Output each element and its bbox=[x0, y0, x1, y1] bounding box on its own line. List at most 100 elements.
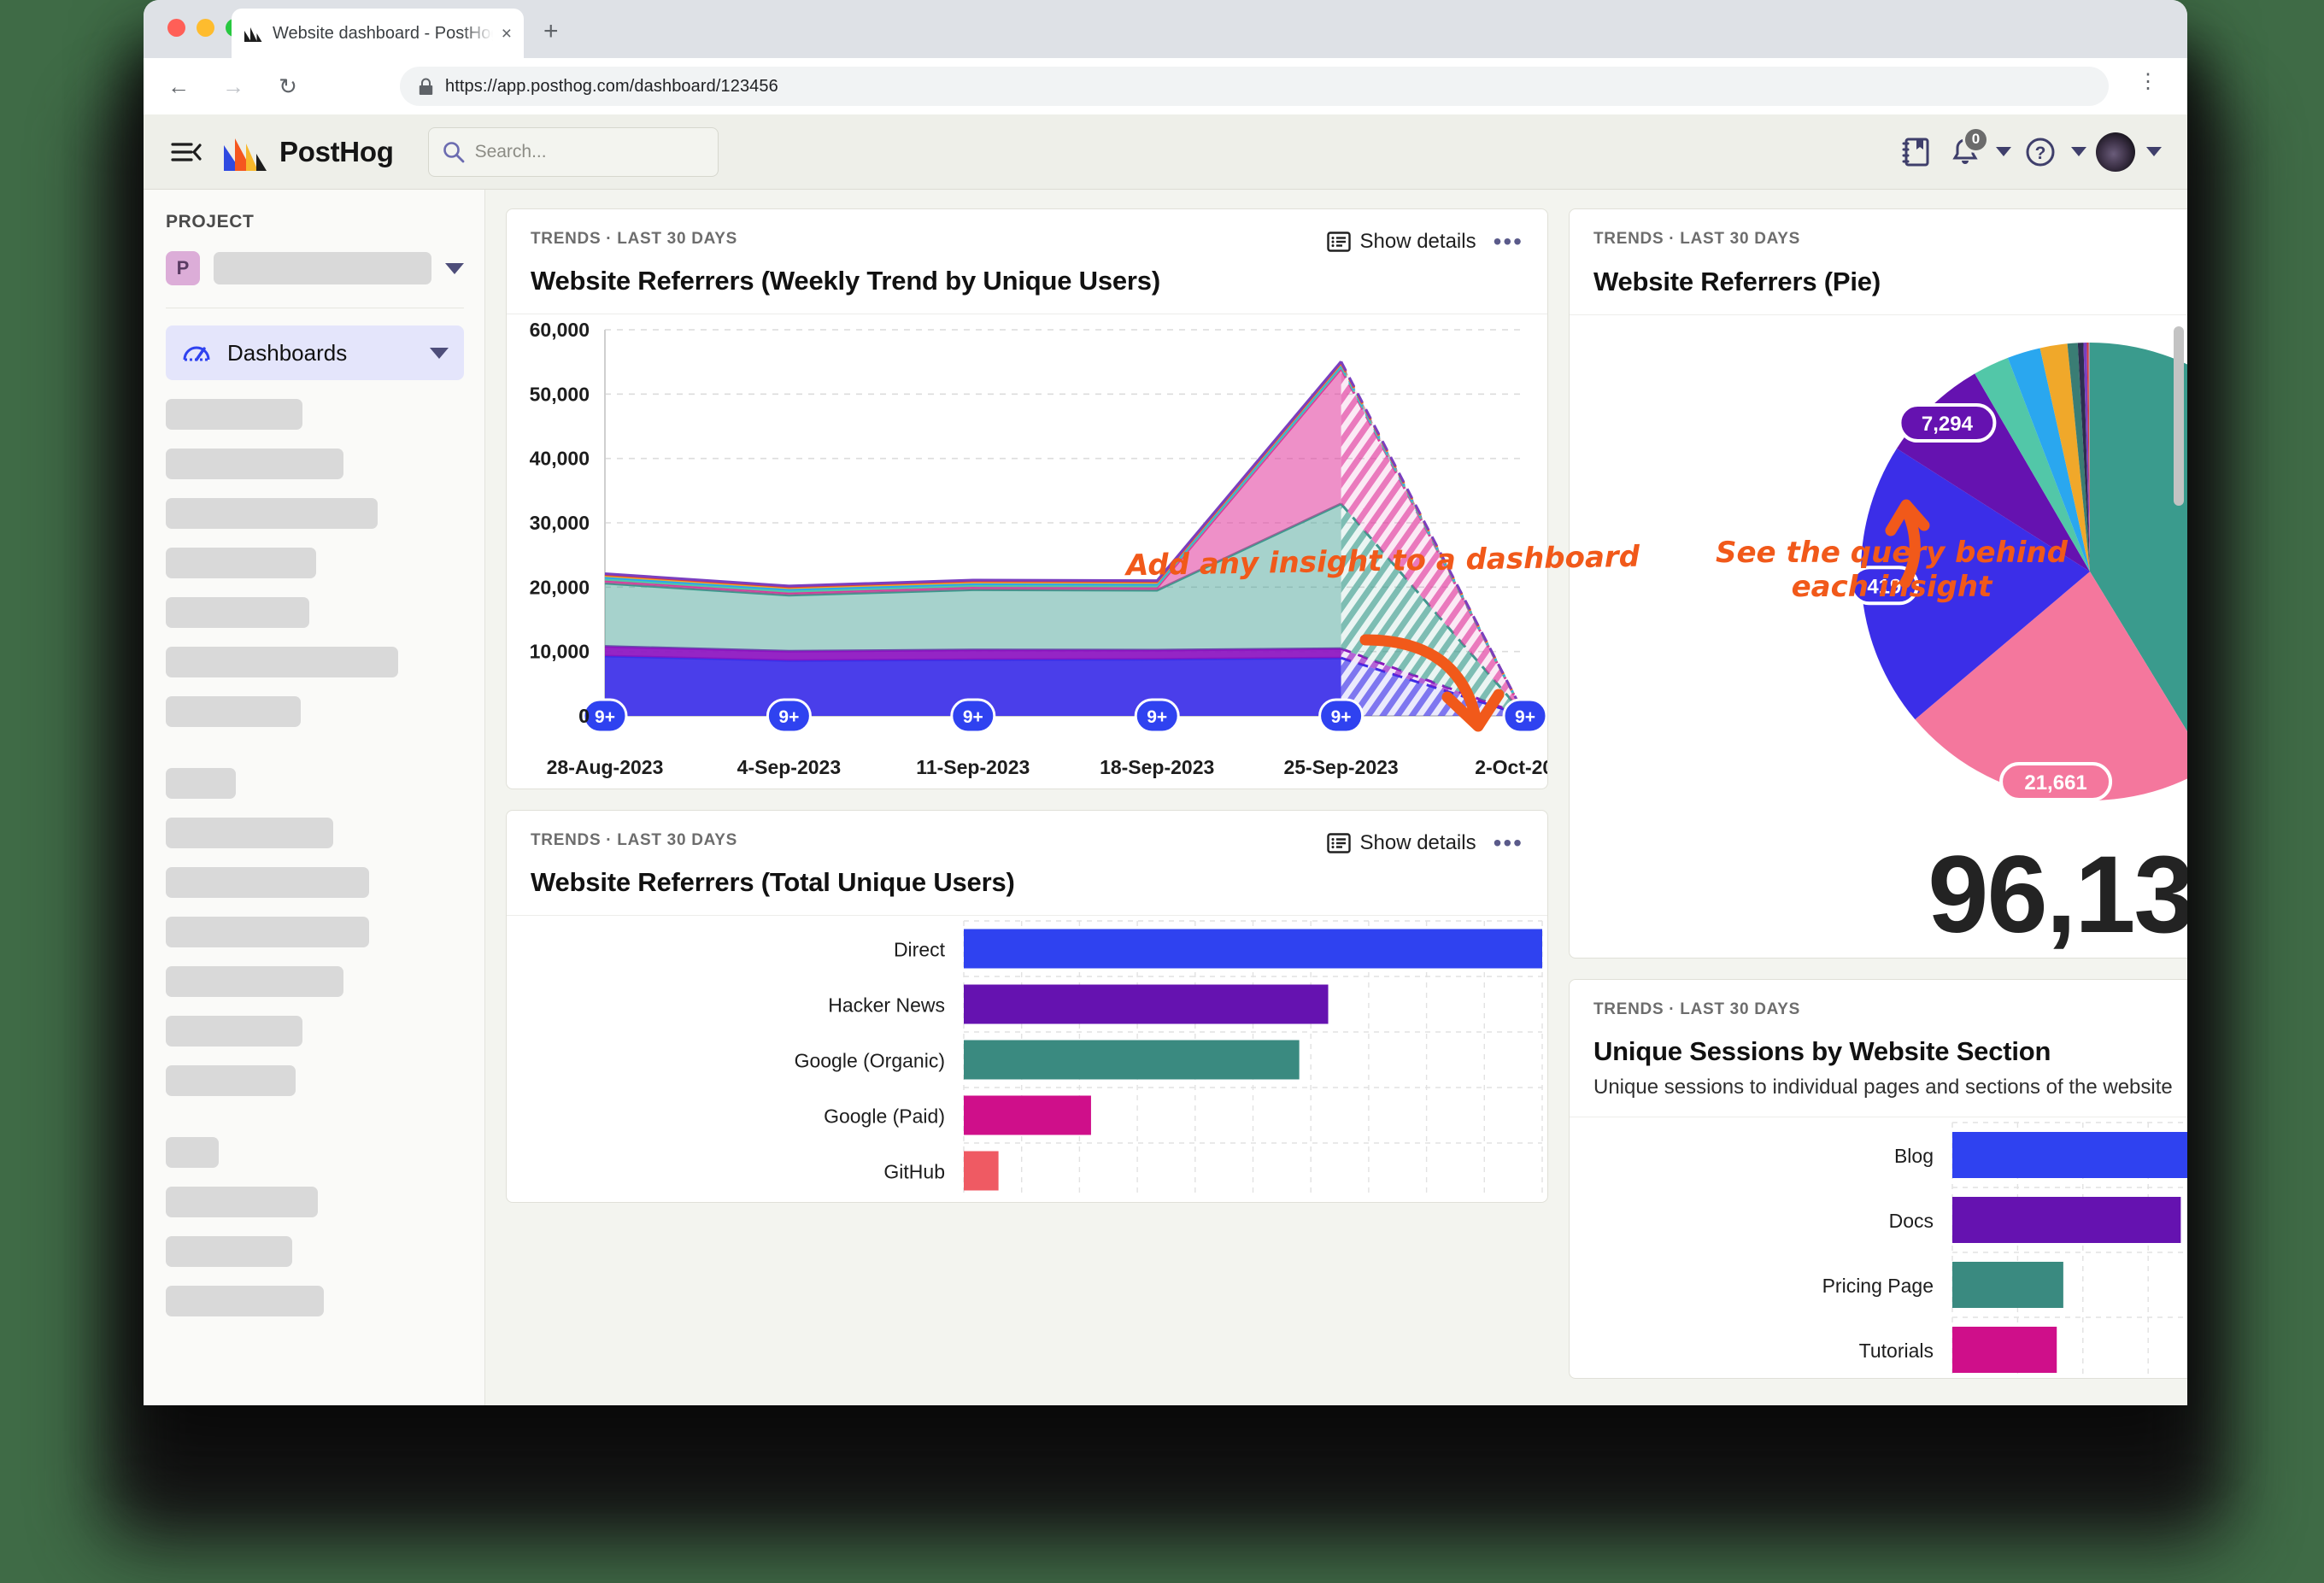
lock-icon bbox=[419, 78, 433, 95]
bar[interactable] bbox=[964, 929, 1542, 969]
insight-card-referrers-total[interactable]: TRENDS · LAST 30 DAYS Show details ••• W… bbox=[506, 810, 1548, 1203]
x-axis-point-badge[interactable]: 9+ bbox=[1134, 698, 1180, 734]
user-menu-button[interactable] bbox=[2095, 132, 2136, 173]
sidebar: PROJECT P Dashboards bbox=[144, 190, 485, 1405]
reload-button[interactable]: ↻ bbox=[267, 73, 309, 100]
dashboard-grid: TRENDS · LAST 30 DAYS Show details ••• W… bbox=[506, 208, 2187, 1379]
bar-chart-referrers: Direct Hacker News Google (Organic) Google … bbox=[795, 920, 1543, 1198]
y-axis-tick-label: 40,000 bbox=[530, 448, 590, 470]
x-axis-tick-label: 25-Sep-2023 bbox=[1283, 756, 1398, 778]
show-details-label: Show details bbox=[1359, 230, 1476, 253]
sidebar-toggle-button[interactable] bbox=[169, 135, 203, 169]
address-bar[interactable]: https://app.posthog.com/dashboard/123456 bbox=[400, 67, 2109, 106]
svg-text:?: ? bbox=[2035, 144, 2046, 163]
bar-category-label: Tutorials bbox=[1859, 1340, 1934, 1362]
card-header: TRENDS · LAST 30 DAYS bbox=[1570, 980, 2187, 1117]
browser-menu-button[interactable]: ⋮ bbox=[2138, 72, 2158, 92]
sidebar-skeleton-item bbox=[166, 1187, 318, 1217]
sidebar-skeleton-item bbox=[166, 1065, 296, 1096]
sidebar-skeleton-item bbox=[166, 696, 301, 727]
insight-card-referrers-pie[interactable]: TRENDS · LAST 30 DAYS Website Referrers … bbox=[1569, 208, 2187, 959]
help-button[interactable]: ? bbox=[2020, 132, 2061, 173]
card-eyebrow: TRENDS · LAST 30 DAYS bbox=[1593, 230, 1801, 248]
bar[interactable] bbox=[964, 1040, 1300, 1080]
svg-text:419: 419 bbox=[1867, 575, 1901, 598]
x-axis-point-badge[interactable]: 9+ bbox=[1318, 698, 1364, 734]
posthog-app: PostHog Search... 0 ? PROJECT P Dashboar… bbox=[144, 114, 2187, 1405]
details-table-icon bbox=[1326, 232, 1351, 252]
area-chart: 0 10,000 20,000 30,000 40,000 50,000 60,000 9+ 2… bbox=[530, 319, 1547, 778]
card-more-menu-button[interactable]: ••• bbox=[1494, 229, 1523, 253]
card-eyebrow: TRENDS · LAST 30 DAYS bbox=[531, 230, 738, 248]
search-placeholder: Search... bbox=[474, 141, 547, 161]
notifications-button[interactable]: 0 bbox=[1945, 126, 1989, 173]
bar-category-label: Docs bbox=[1889, 1210, 1934, 1232]
show-details-button[interactable]: Show details bbox=[1326, 230, 1476, 254]
x-axis-point-badge[interactable]: 9+ bbox=[582, 698, 628, 734]
dashboard-content: TRENDS · LAST 30 DAYS Show details ••• W… bbox=[485, 190, 2187, 1405]
sidebar-skeleton-gap bbox=[166, 1115, 464, 1137]
close-tab-icon[interactable]: × bbox=[502, 25, 512, 43]
x-axis-point-badge[interactable]: 9+ bbox=[766, 698, 812, 734]
sidebar-skeleton-item bbox=[166, 917, 369, 947]
insight-card-weekly-trend[interactable]: TRENDS · LAST 30 DAYS Show details ••• W… bbox=[506, 208, 1548, 789]
project-chevron-down-icon[interactable] bbox=[445, 262, 464, 274]
bar-category-label: Hacker News bbox=[828, 994, 945, 1017]
sidebar-skeleton-gap bbox=[166, 746, 464, 768]
x-axis-tick-label: 2-Oct-2023 bbox=[1475, 756, 1547, 778]
y-axis-tick-label: 10,000 bbox=[530, 641, 590, 663]
new-tab-button[interactable]: + bbox=[543, 19, 559, 44]
card-more-menu-button[interactable]: ••• bbox=[1494, 830, 1523, 854]
user-chevron-down-icon[interactable] bbox=[2146, 147, 2162, 156]
brand-name: PostHog bbox=[279, 135, 394, 167]
search-icon bbox=[443, 141, 464, 162]
bar[interactable] bbox=[964, 1151, 999, 1191]
card-eyebrow: TRENDS · LAST 30 DAYS bbox=[531, 831, 738, 849]
hamburger-collapse-icon bbox=[171, 142, 202, 161]
notebook-button[interactable] bbox=[1895, 132, 1936, 173]
minimize-window-button[interactable] bbox=[197, 19, 214, 37]
bar[interactable] bbox=[964, 984, 1329, 1024]
posthog-brand[interactable]: PostHog bbox=[222, 132, 394, 173]
bar-category-label: Direct bbox=[894, 939, 946, 961]
bar[interactable] bbox=[964, 1095, 1091, 1135]
area-chart-container[interactable]: 0 10,000 20,000 30,000 40,000 50,000 60,000 9+ 2… bbox=[507, 314, 1547, 789]
browser-tab[interactable]: Website dashboard - PostHog × bbox=[232, 9, 524, 58]
sidebar-item-dashboards[interactable]: Dashboards bbox=[166, 325, 464, 380]
bar-category-label: Google (Organic) bbox=[795, 1050, 945, 1072]
sidebar-skeleton-item bbox=[166, 597, 309, 628]
details-table-icon bbox=[1326, 833, 1351, 853]
svg-text:9+: 9+ bbox=[1331, 707, 1352, 727]
project-badge: P bbox=[166, 251, 200, 285]
project-switcher[interactable]: P bbox=[166, 251, 464, 308]
x-axis-point-badge[interactable]: 9+ bbox=[1502, 698, 1547, 734]
card-title: Website Referrers (Total Unique Users) bbox=[531, 867, 1015, 897]
pie-chart-container[interactable]: 39,6921,6614197,294 96,134 bbox=[1570, 315, 2187, 958]
bar-chart-container[interactable]: Direct Hacker News Google (Organic) Google … bbox=[507, 916, 1547, 1202]
close-window-button[interactable] bbox=[167, 19, 185, 37]
help-chevron-down-icon[interactable] bbox=[2071, 147, 2086, 156]
bar[interactable] bbox=[1952, 1197, 2181, 1243]
card-header: TRENDS · LAST 30 DAYS bbox=[1570, 209, 2187, 315]
content-scrollbar[interactable] bbox=[2174, 326, 2184, 506]
insight-card-sessions-by-section[interactable]: TRENDS · LAST 30 DAYS Unique Sessions by… bbox=[1569, 979, 2187, 1379]
back-button[interactable]: ← bbox=[157, 73, 200, 100]
bar-chart-container[interactable]: Blog Docs Pricing Page Tutorials bbox=[1570, 1117, 2187, 1378]
card-title: Website Referrers (Weekly Trend by Uniqu… bbox=[531, 266, 1160, 296]
notifications-count-badge: 0 bbox=[1963, 126, 1989, 153]
svg-text:9+: 9+ bbox=[1515, 707, 1535, 727]
dashboards-chevron-down-icon[interactable] bbox=[430, 347, 449, 359]
svg-text:9+: 9+ bbox=[1147, 707, 1167, 727]
forward-button[interactable]: → bbox=[212, 73, 255, 100]
search-input[interactable]: Search... bbox=[427, 126, 719, 177]
x-axis-point-badge[interactable]: 9+ bbox=[950, 698, 996, 734]
pie-slice-label: 21,661 bbox=[1999, 762, 2113, 802]
sidebar-section-label: PROJECT bbox=[166, 212, 255, 232]
notifications-chevron-down-icon[interactable] bbox=[1996, 147, 2011, 156]
show-details-button[interactable]: Show details bbox=[1326, 831, 1476, 855]
bar[interactable] bbox=[1952, 1262, 2063, 1308]
bar[interactable] bbox=[1952, 1327, 2057, 1373]
sidebar-skeleton-item bbox=[166, 818, 333, 848]
screenshot-stage: Website dashboard - PostHog × + ← → ↻ ht… bbox=[0, 0, 2324, 1583]
bar[interactable] bbox=[1952, 1132, 2187, 1178]
